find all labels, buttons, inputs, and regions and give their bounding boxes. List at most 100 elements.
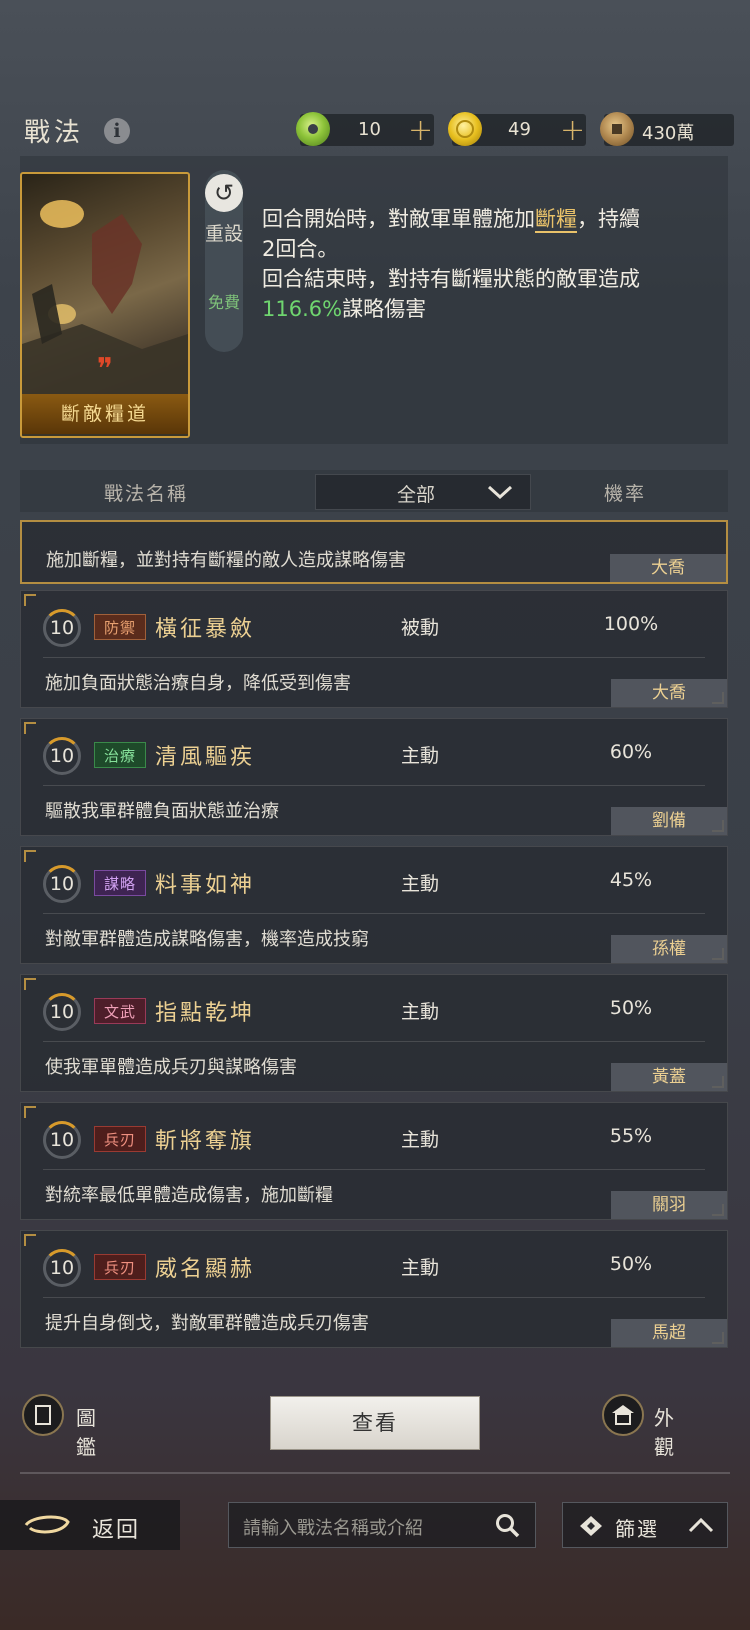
atlas-button[interactable]: 圖鑑 — [22, 1394, 96, 1459]
atlas-icon — [22, 1394, 64, 1436]
skill-name: 指點乾坤 — [155, 1001, 256, 1026]
skill-name: 橫征暴斂 — [155, 617, 256, 642]
hero-badge: 劉備 — [611, 807, 727, 835]
copper-count: 430萬 — [642, 123, 695, 144]
skill-activation-type: 主動 — [401, 1129, 440, 1151]
add-gold-button[interactable]: + — [560, 113, 585, 148]
skill-name: 威名顯赫 — [155, 1257, 256, 1282]
skill-desc: 對統率最低單體造成傷害，施加斷糧 — [45, 1185, 333, 1206]
skill-row[interactable]: 10 治療 清風驅疾 主動 60% 驅散我軍群體負面狀態並治療 劉備 — [20, 718, 728, 836]
skill-rate: 50% — [609, 997, 653, 1019]
skill-rate: 60% — [609, 741, 653, 763]
skill-rate: 55% — [609, 1125, 653, 1147]
skill-name: 斬將奪旗 — [155, 1129, 256, 1154]
skill-desc: 對敵軍群體造成謀略傷害，機率造成技窮 — [45, 929, 369, 950]
appearance-button[interactable]: 外觀 — [602, 1394, 674, 1459]
skill-rate: 100% — [603, 613, 659, 635]
level-ring: 10 — [43, 609, 81, 647]
skill-activation-type: 主動 — [401, 1001, 440, 1023]
corner-ornament — [24, 850, 36, 862]
row-divider — [43, 1041, 705, 1042]
search-input[interactable]: 請輸入戰法名稱或介紹 — [228, 1502, 536, 1548]
skill-type-tag: 治療 — [94, 742, 146, 768]
skill-row-selected[interactable]: 施加斷糧，並對持有斷糧的敵人造成謀略傷害 大喬 — [20, 520, 728, 584]
level-ring: 10 — [43, 1121, 81, 1159]
keyword-highlight: 斷糧 — [535, 207, 577, 233]
hero-badge: 大喬 — [611, 679, 727, 707]
pavilion-icon — [602, 1394, 644, 1436]
skill-card-name: 斷敵糧道 — [22, 394, 188, 434]
type-filter-dropdown[interactable]: 全部 — [315, 474, 531, 510]
info-icon[interactable]: i — [104, 118, 130, 144]
skill-desc: 施加斷糧，並對持有斷糧的敵人造成謀略傷害 — [46, 550, 406, 571]
skill-type-tag: 謀略 — [94, 870, 146, 896]
skill-row[interactable]: 10 文武 指點乾坤 主動 50% 使我軍單體造成兵刃與謀略傷害 黃蓋 — [20, 974, 728, 1092]
gold-resource: 49 + — [448, 112, 586, 148]
jade-count: 10 — [358, 119, 381, 140]
skill-desc: 驅散我軍群體負面狀態並治療 — [45, 801, 279, 822]
skill-row[interactable]: 10 兵刃 威名顯赫 主動 50% 提升自身倒戈，對敵軍群體造成兵刃傷害 馬超 — [20, 1230, 728, 1348]
copper-coin-icon — [600, 112, 634, 146]
filter-button[interactable]: 篩選 — [562, 1502, 728, 1548]
chevron-up-icon[interactable] — [687, 1516, 715, 1534]
skill-row[interactable]: 10 兵刃 斬將奪旗 主動 55% 對統率最低單體造成傷害，施加斷糧 關羽 — [20, 1102, 728, 1220]
level-ring: 10 — [43, 993, 81, 1031]
skill-activation-type: 主動 — [401, 745, 440, 767]
skill-row[interactable]: 10 謀略 料事如神 主動 45% 對敵軍群體造成謀略傷害，機率造成技窮 孫權 — [20, 846, 728, 964]
skill-row[interactable]: 10 防禦 橫征暴斂 被動 100% 施加負面狀態治療自身，降低受到傷害 大喬 — [20, 590, 728, 708]
add-jade-button[interactable]: + — [408, 113, 433, 148]
skill-type-tag: 文武 — [94, 998, 146, 1024]
corner-ornament — [24, 1106, 36, 1118]
reset-label[interactable]: 重設 — [205, 222, 243, 246]
skill-type-tag: 防禦 — [94, 614, 146, 640]
atlas-label: 圖鑑 — [76, 1406, 98, 1459]
back-button[interactable]: 返回 — [0, 1500, 180, 1550]
row-divider — [43, 1297, 705, 1298]
gold-count: 49 — [508, 119, 531, 140]
divider — [20, 1472, 730, 1474]
search-icon[interactable] — [495, 1513, 521, 1539]
page-title: 戰法 — [24, 118, 85, 148]
row-divider — [43, 1169, 705, 1170]
back-label: 返回 — [92, 1518, 141, 1543]
row-divider — [43, 785, 705, 786]
gold-coin-icon — [448, 112, 482, 146]
corner-ornament — [24, 722, 36, 734]
row-divider — [43, 657, 705, 658]
skill-desc: 施加負面狀態治療自身，降低受到傷害 — [45, 673, 351, 694]
appearance-label: 外觀 — [654, 1406, 676, 1459]
level-ring: 10 — [43, 737, 81, 775]
skill-type-tag: 兵刃 — [94, 1254, 146, 1280]
corner-ornament — [24, 978, 36, 990]
search-placeholder: 請輸入戰法名稱或介紹 — [243, 1518, 423, 1539]
back-arrow-icon — [24, 1515, 70, 1534]
skill-type-tag: 兵刃 — [94, 1126, 146, 1152]
damage-percent: 116.6% — [262, 297, 343, 321]
skill-activation-type: 主動 — [401, 1257, 440, 1279]
filter-diamond-icon — [580, 1516, 602, 1536]
skill-rate: 45% — [609, 869, 653, 891]
corner-ornament — [24, 594, 36, 606]
skill-name: 料事如神 — [155, 873, 256, 898]
view-button[interactable]: 查看 — [270, 1396, 480, 1450]
copper-resource: 430萬 — [600, 112, 734, 146]
jade-resource: 10 + — [296, 112, 434, 148]
chevron-down-icon — [487, 485, 513, 500]
level-ring: 10 — [43, 865, 81, 903]
name-column-header: 戰法名稱 — [104, 483, 189, 505]
reset-icon[interactable]: ↺ — [205, 174, 243, 212]
hero-badge: 關羽 — [611, 1191, 727, 1219]
hero-badge: 馬超 — [611, 1319, 727, 1347]
level-ring: 10 — [43, 1249, 81, 1287]
skill-desc: 使我軍單體造成兵刃與謀略傷害 — [45, 1057, 297, 1078]
hero-badge: 黃蓋 — [611, 1063, 727, 1091]
skill-name: 清風驅疾 — [155, 745, 256, 770]
hero-badge: 大喬 — [610, 554, 726, 582]
corner-ornament — [24, 1234, 36, 1246]
skill-activation-type: 被動 — [401, 617, 440, 639]
skill-rate: 50% — [609, 1253, 653, 1275]
rate-column-header[interactable]: 機率 — [604, 479, 646, 506]
skill-activation-type: 主動 — [401, 873, 440, 895]
svg-text:❞: ❞ — [97, 352, 113, 387]
free-label: 免費 — [207, 293, 240, 312]
